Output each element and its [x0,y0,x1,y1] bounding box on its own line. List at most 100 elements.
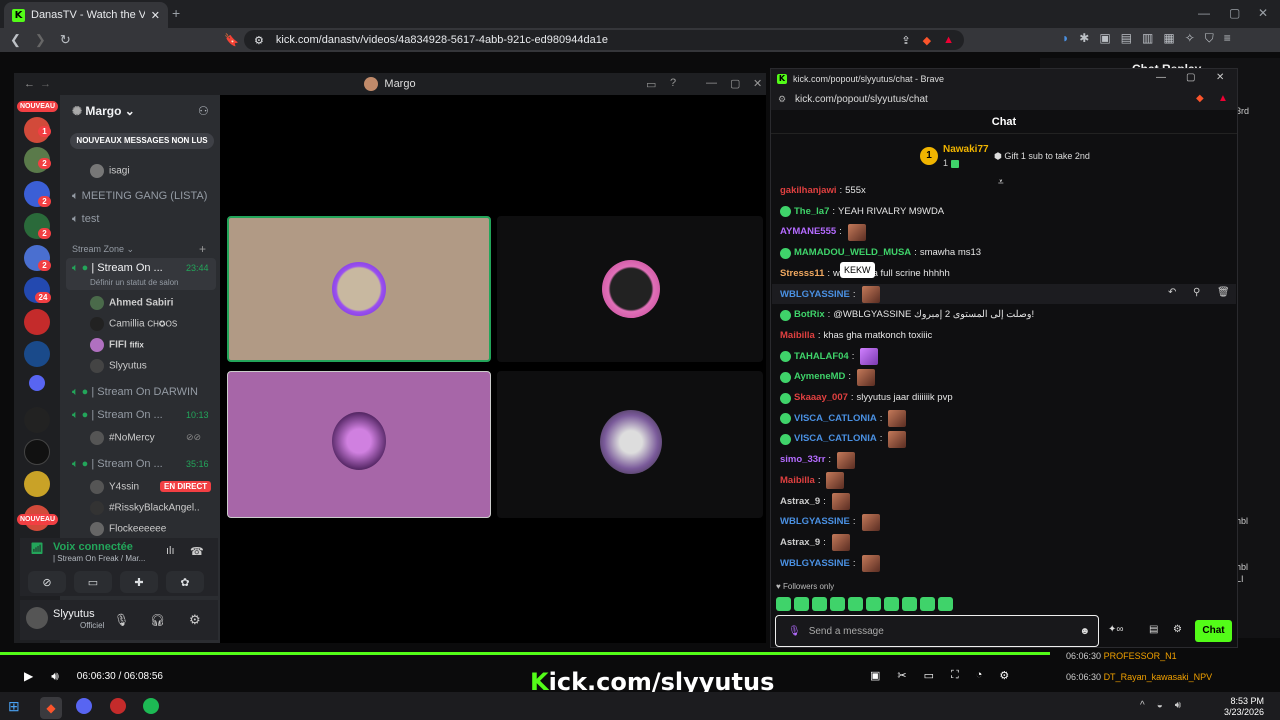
voice-user[interactable]: Y4ssin [90,480,139,494]
chat-message[interactable]: Astrax_9: [780,534,850,552]
chat-emote[interactable] [847,223,866,241]
theater-icon[interactable]: ▭ [924,669,934,682]
camera-off-icon[interactable]: ⊘ [28,571,66,593]
server-icon[interactable] [24,439,50,465]
sidebar-icon[interactable]: ▥ [1142,31,1153,46]
server-header[interactable]: ✺ Margo ⌄ [72,104,135,118]
channel-test[interactable]: 🔈︎ test [72,213,232,226]
puzzle-icon[interactable]: ✱ [1079,31,1089,46]
reload-icon[interactable]: ↻ [60,32,71,48]
channel-stream-4[interactable]: 🔈︎ ● | Stream On ... [72,458,182,471]
chat-emote[interactable] [888,430,907,448]
browser-tab[interactable]: K DanasTV - Watch the VOD on Ki ✕ [4,2,168,28]
chat-emote[interactable] [831,493,850,510]
chat-username[interactable]: Maibilla [780,327,815,345]
chat-emote[interactable] [860,348,879,366]
voice-user[interactable]: #RisskyBlackAngel.. [90,501,206,515]
store-icon[interactable]: ▤ [1149,624,1158,635]
chat-message[interactable]: WBLGYASSINE: [780,513,880,531]
brave-taskbar-icon[interactable]: ◆ [40,697,62,719]
emote-icon[interactable] [776,597,791,611]
settings-gear-icon[interactable]: ⚙ [189,612,201,628]
chevron-up-icon[interactable]: ^ [1140,700,1145,711]
emote-icon[interactable] [920,597,935,611]
chat-emote[interactable] [826,472,845,490]
chat-message[interactable]: TAHALAF04: [780,348,879,366]
maximize-icon[interactable]: ▢ [1229,6,1240,20]
server-icon[interactable] [24,341,50,367]
chat-username[interactable]: Stresss11 [780,265,824,283]
chat-username[interactable]: AymeneMD [794,368,845,386]
video-progress-bar[interactable] [0,652,1050,655]
play-icon[interactable]: ▶ [24,669,33,683]
close-icon[interactable]: ✕ [753,77,762,90]
chat-username[interactable]: The_la7 [794,203,829,221]
brave-rewards-icon[interactable]: ▲ [943,34,954,46]
maximize-icon[interactable]: ▢ [1186,72,1195,83]
chat-username[interactable]: WBLGYASSINE [780,286,850,304]
settings-gear-icon[interactable]: ⚙ [999,669,1009,682]
avatar[interactable] [26,607,48,629]
category-stream-zone[interactable]: Stream Zone ⌄ [72,244,232,255]
vpn-icon[interactable]: ⛉ [1205,31,1214,46]
chat-username[interactable]: simo_33rr [780,451,825,469]
chat-emote[interactable] [861,513,880,531]
leo-icon[interactable]: ✧ [1185,31,1195,46]
menu-icon[interactable]: ≡ [1224,31,1231,46]
clock[interactable]: 8:53 PM 3/23/2026 [1224,696,1264,718]
minimize-icon[interactable]: — [1156,72,1166,83]
voice-user[interactable]: #NoMercy [90,431,155,445]
wallet-icon[interactable]: ▤ [1121,31,1132,46]
brave-shield-icon[interactable]: ◆ [923,34,931,47]
screenshot-icon[interactable]: ▣ [1099,31,1110,46]
chat-emote[interactable] [861,286,880,303]
chat-username[interactable]: MAMADOU_WELD_MUSA [794,244,911,262]
pin-icon[interactable]: ⚲ [1193,287,1200,298]
noise-suppression-icon[interactable]: ılı [166,545,175,557]
chat-message[interactable]: Astrax_9: [780,493,850,511]
chat-username[interactable]: gakilhanjawi [780,182,837,200]
chat-username[interactable]: BotRix [794,306,825,324]
add-channel-icon[interactable]: + [199,242,206,256]
chat-message[interactable]: BotRix: @WBLGYASSINE وصلت إلى المستوى 2 إ… [780,306,1034,324]
brave-shield-icon[interactable]: ◆ [1196,93,1204,104]
forward-arrow-icon[interactable]: ❯ [35,32,46,48]
voice-user[interactable]: Flockeeeeee [90,522,166,536]
close-window-icon[interactable]: ✕ [1258,6,1268,20]
spotify-taskbar-icon[interactable] [143,698,159,714]
emote-icon[interactable] [902,597,917,611]
help-icon[interactable]: ? [670,77,676,89]
chat-message[interactable]: gakilhanjawi:555x [780,182,866,200]
channel-meeting-gang[interactable]: 🔈︎ MEETING GANG (LISTA) [72,190,232,203]
chat-username[interactable]: WBLGYASSINE [780,555,850,573]
fullscreen-icon[interactable]: ⛶ [951,669,959,682]
chat-username[interactable]: TAHALAF04 [794,348,849,366]
emote-icon[interactable] [848,597,863,611]
chat-username[interactable]: VISCA_CATLONIA [794,410,877,428]
chat-username[interactable]: WBLGYASSINE [780,513,850,531]
chat-username[interactable]: Skaaay_007 [794,389,848,407]
site-settings-icon[interactable]: ⚙ [254,34,264,47]
pip-icon[interactable]: ▣ [870,669,880,682]
brave-rewards-icon[interactable]: ▲ [1218,93,1228,104]
chat-message[interactable]: AymeneMD: [780,368,876,386]
site-settings-icon[interactable]: ⚙ [778,94,786,105]
voice-user[interactable]: Camillia CH✪OS [90,317,177,331]
signal-icon[interactable]: 📶︎ [30,542,44,555]
voice-channel[interactable]: | Stream On Freak / Mar... [53,554,145,563]
settings-gear-icon[interactable]: ⚙ [1173,624,1182,635]
emote-icon[interactable] [866,597,881,611]
chat-emote[interactable] [861,555,880,573]
clip-icon[interactable]: ✂ [897,669,906,682]
voice-status[interactable]: Voix connectée [53,541,133,553]
unread-messages-banner[interactable]: NOUVEAUX MESSAGES NON LUS [70,133,214,149]
disconnect-icon[interactable]: ☎ [190,545,204,558]
wallet2-icon[interactable]: ▦ [1163,31,1174,46]
new-tab-button[interactable]: + [172,5,180,21]
chat-username[interactable]: VISCA_CATLONIA [794,430,877,448]
gift-cta[interactable]: ⬢ Gift 1 sub to take 2nd [994,151,1090,162]
chat-message[interactable]: WBLGYASSINE: [780,555,880,573]
send-chat-button[interactable]: Chat [1195,620,1232,642]
chat-message[interactable]: Skaaay_007: slyyutus jaar diiiiiik pvp [780,389,953,407]
emote-icon[interactable] [830,597,845,611]
